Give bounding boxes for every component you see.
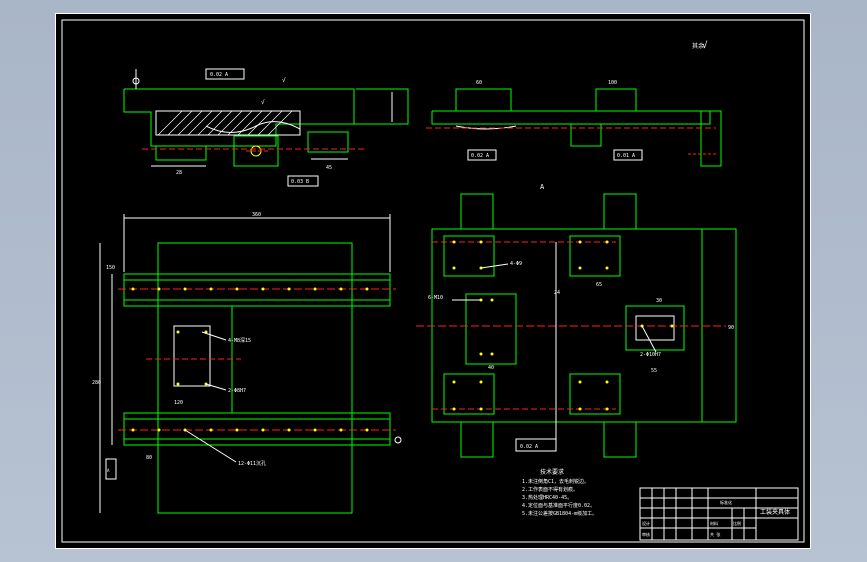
notes-line-1: 1.未注倒角C1，去毛刺锐边。	[522, 478, 589, 485]
notes-line-5: 5.未注公差按GB1804-m级加工。	[522, 510, 597, 517]
technical-notes: 技术要求 1.未注倒角C1，去毛刺锐边。 2.工作表面不得有划痕。 3.热处理H…	[522, 468, 597, 517]
top-view: 4-Φ9 6-M10 2-Φ10H7 65 40 30 24 55 90 0.0…	[416, 193, 737, 458]
inner-frame	[61, 19, 805, 543]
callout-hole-d: 6-M10	[428, 295, 443, 301]
dim-small-11: 55	[651, 368, 657, 374]
title-scale: 比例	[733, 520, 741, 526]
title-drawing-name: 工装夹具体	[760, 508, 790, 516]
callout-hole-f: 12-Φ11沉孔	[238, 460, 266, 467]
title-sheet: 共 张	[710, 531, 720, 537]
callout-hole-a: 4-M8深15	[228, 337, 251, 344]
tol-4-text: 0.01 A	[617, 153, 635, 159]
dim-small-12: 90	[728, 325, 734, 331]
tol-3-text: 0.02 A	[471, 153, 489, 159]
callout-hole-c: 4-Φ9	[510, 261, 522, 267]
front-view: 360 280 150 120 80 4-M8深15 2-Φ8H7 12-Φ11…	[92, 212, 402, 514]
dim-front-width: 360	[252, 212, 261, 218]
cad-drawing: 0.02 A 0.03 B 28 45 √ √ 0.02 A 0.01 A 60…	[61, 19, 805, 543]
dim-small-5: 120	[174, 400, 183, 406]
dim-small-7: 65	[596, 282, 602, 288]
dim-small-1: 28	[176, 170, 182, 176]
dim-front-height: 280	[92, 380, 101, 386]
datum-label: A	[107, 468, 110, 473]
section-label: A	[540, 183, 545, 191]
title-checker: 审核	[642, 531, 650, 537]
dim-small-3: 60	[476, 80, 482, 86]
dim-small-6: 80	[146, 455, 152, 461]
tol-2-text: 0.03 B	[291, 179, 309, 185]
hatch-pattern	[157, 110, 293, 136]
title-designer: 设计	[642, 520, 650, 526]
callout-hole-e: 2-Φ10H7	[640, 352, 661, 358]
top-left-section-view: 0.02 A 0.03 B 28 45 √ √	[123, 68, 409, 187]
tol-5-text: 0.02 A	[520, 444, 538, 450]
roughness-mark-2: √	[261, 99, 265, 106]
surface-symbol: √	[702, 40, 708, 51]
notes-line-2: 2.工作表面不得有划痕。	[522, 486, 578, 493]
tol-1-text: 0.02 A	[210, 72, 228, 78]
dim-left-height: 150	[106, 265, 115, 271]
dim-small-2: 45	[326, 165, 332, 171]
notes-line-4: 4.定位面与基准面平行度0.02。	[522, 502, 595, 509]
callout-hole-b: 2-Φ8H7	[228, 388, 246, 394]
dim-small-4: 100	[608, 80, 617, 86]
notes-heading: 技术要求	[540, 468, 564, 476]
title-header: 标准化	[720, 499, 732, 505]
dim-small-9: 30	[656, 298, 662, 304]
drawing-sheet: 0.02 A 0.03 B 28 45 √ √ 0.02 A 0.01 A 60…	[55, 13, 811, 549]
top-right-side-view: 0.02 A 0.01 A 60 100 A 其余 √	[426, 40, 722, 191]
dim-small-8: 40	[488, 365, 494, 371]
dim-small-10: 24	[554, 290, 560, 296]
roughness-mark: √	[282, 77, 286, 84]
title-material: 材料	[710, 520, 718, 526]
notes-line-3: 3.热处理HRC40-45。	[522, 494, 572, 501]
